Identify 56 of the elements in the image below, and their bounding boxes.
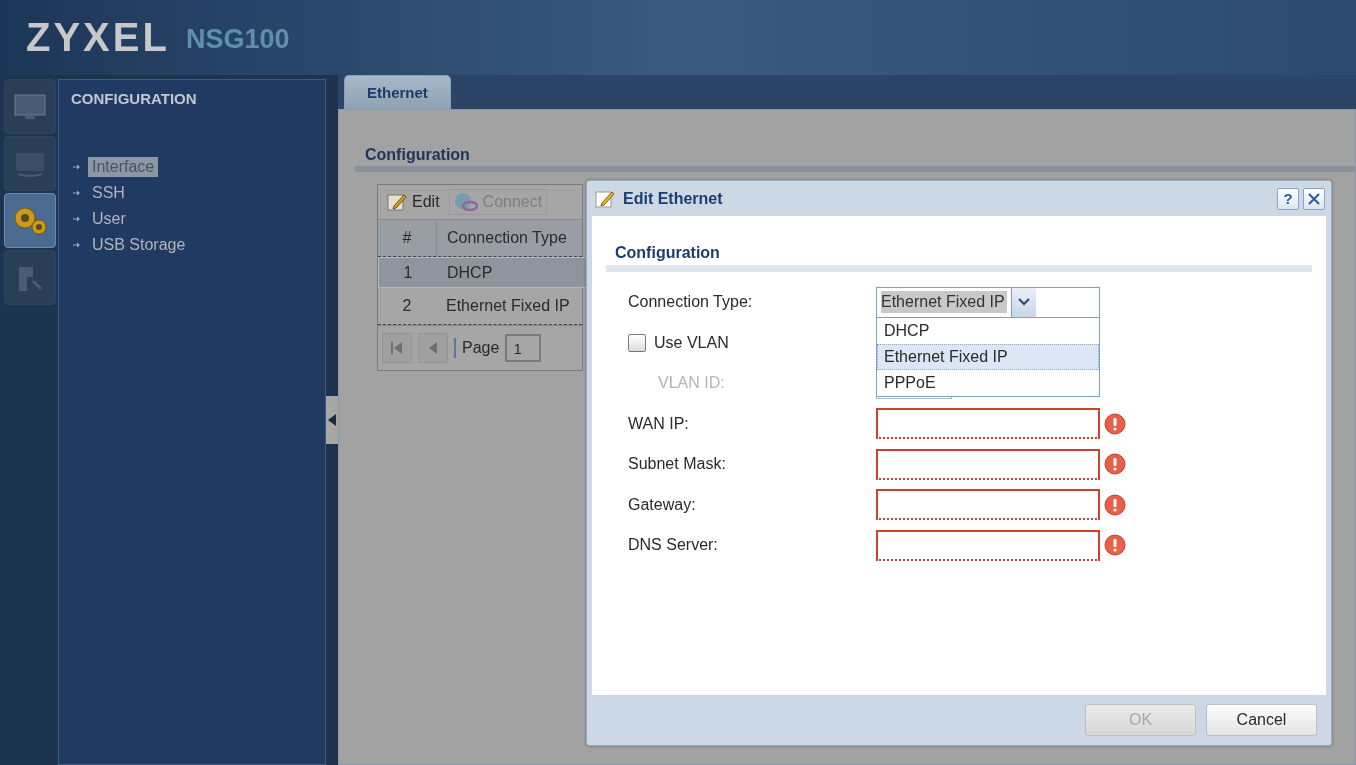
checkbox-label: Use VLAN [654, 333, 730, 352]
arrow-bullet-icon [73, 164, 80, 170]
column-header[interactable]: # [378, 220, 437, 256]
help-button[interactable]: ? [1277, 187, 1299, 210]
connection-type-dropdown[interactable]: Ethernet Fixed IP [876, 286, 1100, 318]
field-label: DNS Server: [628, 536, 719, 555]
error-icon [1104, 493, 1126, 516]
table-cell-text: 1 [402, 263, 414, 282]
dropdown-option[interactable]: Ethernet Fixed IP [877, 343, 1099, 370]
pencil-icon [387, 192, 407, 212]
text-field[interactable] [876, 448, 1100, 480]
field-label: Gateway: [628, 495, 697, 514]
table-cell-text: DHCP [446, 263, 493, 282]
error-icon [1104, 534, 1126, 557]
sidebar-title: CONFIGURATION [70, 89, 198, 109]
text-field[interactable] [876, 489, 1100, 521]
previous-page-icon [428, 341, 438, 355]
cancel-button[interactable]: Cancel [1206, 704, 1317, 736]
first-page-icon [391, 341, 403, 355]
close-button[interactable] [1303, 187, 1325, 210]
checkbox[interactable] [628, 333, 646, 352]
sidebar-item[interactable]: User [88, 209, 130, 229]
text-field[interactable] [876, 408, 1100, 440]
error-icon [1104, 453, 1126, 476]
monitor-icon [13, 92, 47, 121]
arrow-bullet-icon [73, 242, 80, 248]
model-name: NSG100 [185, 24, 290, 55]
sidebar-item[interactable]: USB Storage [88, 235, 190, 255]
section-title: Configuration [355, 146, 1355, 172]
arrow-bullet-icon [73, 216, 80, 222]
sidebar-item[interactable]: SSH [88, 183, 129, 203]
arrow-bullet-icon [73, 190, 80, 196]
globe-link-icon [453, 192, 478, 212]
field-label: WAN IP: [628, 414, 690, 433]
dropdown-option[interactable]: DHCP [877, 317, 1099, 344]
column-header[interactable]: Connection Type [437, 229, 567, 247]
field-label: Subnet Mask: [628, 455, 727, 474]
field-label: Connection Type: [628, 293, 754, 312]
brand-logo: ZYXEL [26, 15, 170, 60]
table-row[interactable]: 2 Ethernet Fixed IP [378, 288, 582, 325]
selected-value: Ethernet Fixed IP [881, 291, 1007, 314]
section-title: Configuration [606, 244, 1312, 272]
tab[interactable]: Ethernet [344, 75, 451, 109]
edit-button[interactable]: Edit [382, 189, 445, 215]
pencil-icon [595, 188, 615, 209]
error-icon [1104, 412, 1126, 435]
dropdown-option[interactable]: PPPoE [877, 369, 1099, 396]
dialog-title: Edit Ethernet [623, 189, 723, 208]
table-cell-text: 2 [401, 297, 413, 315]
text-field[interactable] [876, 529, 1100, 561]
close-icon [1308, 192, 1320, 205]
page-number-field[interactable]: 1 [505, 334, 542, 362]
page-label: Page [462, 339, 500, 357]
field-label: VLAN ID: [657, 374, 726, 393]
nav-button[interactable] [4, 193, 56, 248]
table-cell-text: Ethernet Fixed IP [445, 297, 570, 315]
